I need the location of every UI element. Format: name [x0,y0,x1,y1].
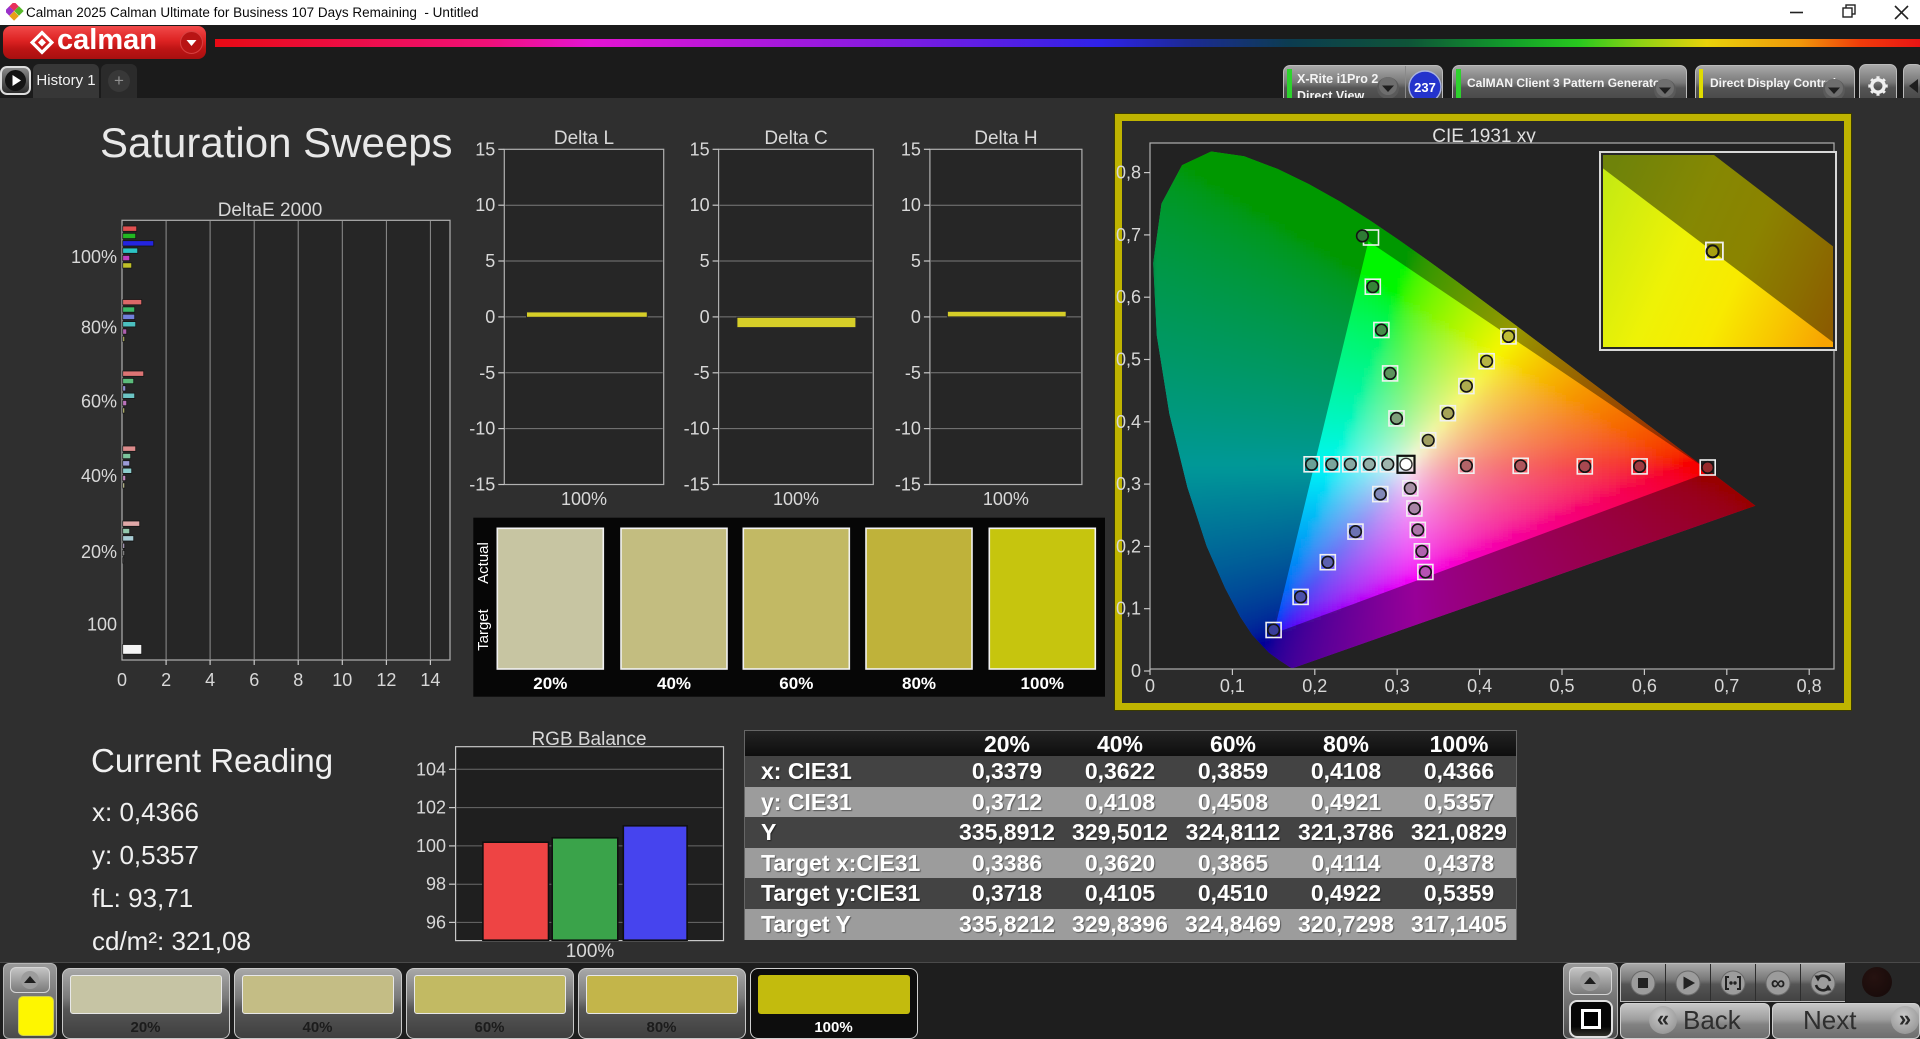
svg-text:100: 100 [416,836,446,856]
svg-text:100%: 100% [566,941,615,962]
svg-text:96: 96 [426,912,446,932]
svg-text:104: 104 [416,759,446,779]
svg-text:∞: ∞ [1771,973,1785,995]
svg-text:98: 98 [426,874,446,894]
svg-text:102: 102 [416,798,446,818]
